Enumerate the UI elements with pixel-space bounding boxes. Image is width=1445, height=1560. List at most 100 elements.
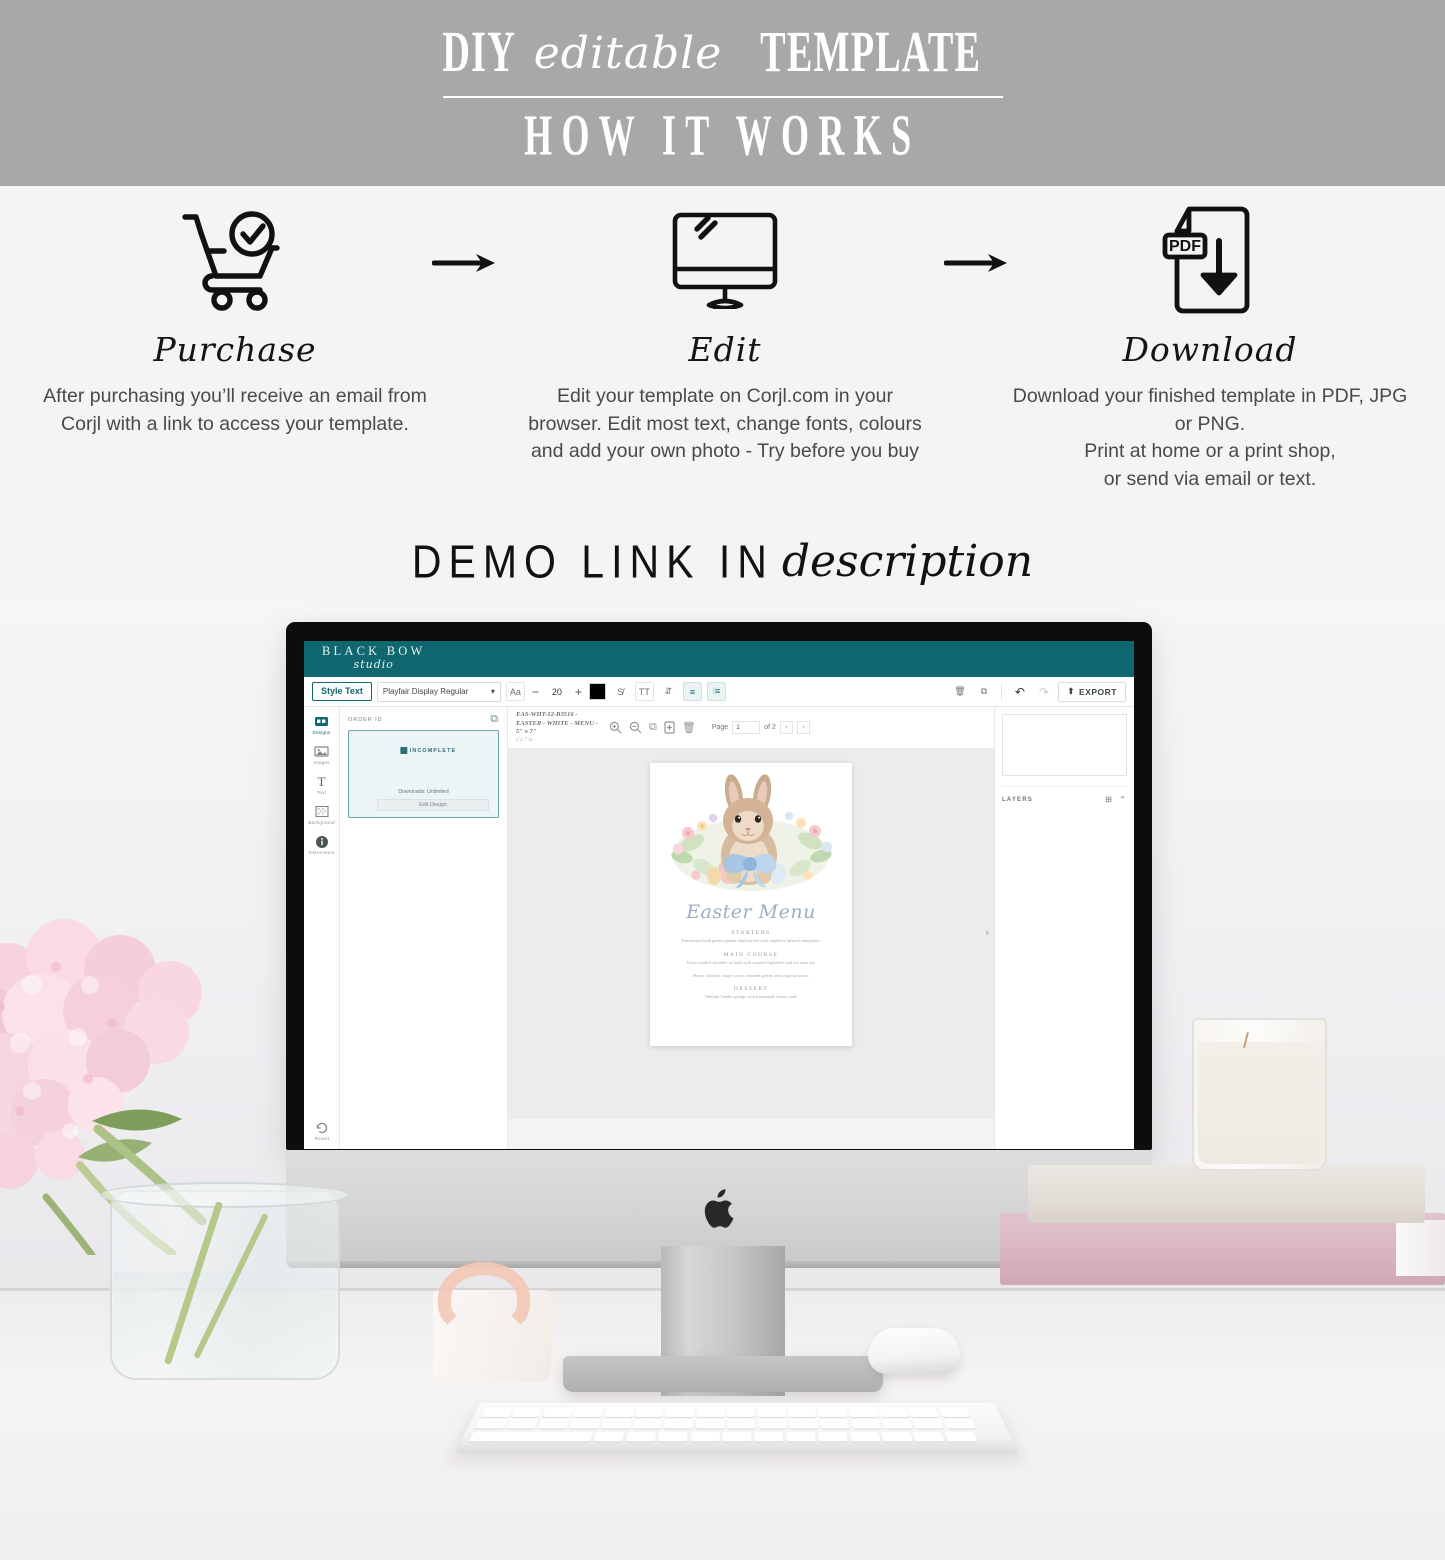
downloads-text: Downloads: Unlimited xyxy=(398,789,449,795)
menu-design-card[interactable]: Easter Menu STARTERS Farmhouse fresh gre… xyxy=(650,763,852,1046)
key xyxy=(754,1431,784,1442)
sidebar-item-designs[interactable]: Designs xyxy=(305,714,339,735)
key xyxy=(593,1431,625,1442)
banner-title-part2: TEMPLATE xyxy=(760,18,982,84)
expand-panel-chevron-icon[interactable]: › xyxy=(985,927,989,939)
page-input[interactable]: 1 xyxy=(732,721,761,734)
sidebar-item-background[interactable]: Background xyxy=(305,804,339,825)
key xyxy=(878,1407,909,1417)
key xyxy=(658,1431,688,1442)
easter-bunny-illustration xyxy=(658,771,844,899)
add-page-icon[interactable] xyxy=(664,721,675,734)
key xyxy=(786,1431,816,1442)
align-text-icon[interactable]: ≡ xyxy=(682,682,702,701)
add-layer-icon[interactable]: ⊞ xyxy=(1105,795,1113,804)
undo-icon[interactable]: ↶ xyxy=(1010,682,1030,701)
key xyxy=(665,1407,694,1417)
font-family-select[interactable]: Playfair Display Regular ▾ xyxy=(376,681,501,702)
imac-screen-bezel: BLACK BOW studio Style Text Playfair Dis… xyxy=(286,622,1152,1150)
font-size-decrease-button[interactable]: − xyxy=(530,685,541,699)
designs-panel: ORDER ID ⧉ INCOMPLETE Downloads: Unlimit… xyxy=(340,707,508,1149)
key xyxy=(634,1407,664,1417)
strikethrough-icon[interactable]: S̸ xyxy=(610,682,630,701)
shopping-cart-check-icon xyxy=(179,200,291,320)
background-icon xyxy=(313,804,330,819)
font-size-value[interactable]: 20 xyxy=(546,687,568,697)
glass-vase-rim xyxy=(100,1182,350,1208)
key xyxy=(506,1419,539,1429)
thumbnail-preview-box xyxy=(1002,714,1127,776)
info-icon xyxy=(313,834,330,849)
sidebar-item-text[interactable]: T Text xyxy=(305,773,339,796)
banner-title-script: editable xyxy=(533,27,723,79)
pdf-download-icon: PDF xyxy=(1161,200,1259,320)
key xyxy=(789,1419,819,1429)
font-size-increase-button[interactable]: + xyxy=(573,685,584,699)
key xyxy=(601,1419,632,1429)
line-spacing-icon[interactable]: ⫶≡ xyxy=(706,682,726,701)
status-badge-icon xyxy=(399,747,407,754)
status-badge-label: INCOMPLETE xyxy=(409,747,457,754)
key xyxy=(912,1419,945,1429)
duplicate-page-icon[interactable]: ⧉ xyxy=(649,721,657,734)
edit-design-button[interactable]: Edit Design xyxy=(377,799,489,811)
key xyxy=(475,1419,508,1429)
duplicate-icon[interactable]: ⧉ xyxy=(974,682,994,701)
left-sidebar-rail: Designs Images T Text Background Instruc… xyxy=(304,707,340,1149)
sidebar-item-images[interactable]: Images xyxy=(305,744,339,765)
next-page-button[interactable]: › xyxy=(796,721,810,734)
design-card[interactable]: INCOMPLETE Downloads: Unlimited Edit Des… xyxy=(348,730,499,818)
redo-icon[interactable]: ↷ xyxy=(1034,682,1054,701)
chevron-up-icon[interactable]: ⌃ xyxy=(1119,795,1127,804)
key xyxy=(943,1419,976,1429)
delete-page-icon[interactable]: 🗑 xyxy=(682,721,696,734)
page-of-label: of 2 xyxy=(764,724,776,731)
key xyxy=(757,1407,786,1417)
key xyxy=(848,1407,879,1417)
copy-order-icon[interactable]: ⧉ xyxy=(490,713,499,726)
step-title-download: Download xyxy=(1122,330,1298,369)
header-banner: DIY editable TEMPLATE HOW IT WORKS xyxy=(0,0,1445,186)
page-navigator: Page 1 of 2 ‹ › xyxy=(712,721,810,734)
demo-link-heading: DEMO LINK IN description xyxy=(0,536,1445,588)
key xyxy=(912,1431,945,1442)
document-toolbar: EAS-WHT-12-B3516 - EASTER - WHITE - MENU… xyxy=(508,707,994,749)
app-body: Designs Images T Text Background Instruc… xyxy=(304,707,1134,1149)
brand-logo: BLACK BOW studio xyxy=(322,644,425,671)
order-id-label: ORDER ID xyxy=(348,716,383,723)
export-button-label: EXPORT xyxy=(1079,686,1117,697)
step-purchase: Purchase After purchasing you’ll receive… xyxy=(25,200,445,438)
layers-header[interactable]: LAYERS ⊞ ⌃ xyxy=(1002,786,1127,804)
step-body-download: Download your finished template in PDF, … xyxy=(1012,385,1408,491)
text-icon: T xyxy=(317,773,326,789)
trash-icon[interactable]: 🗑 xyxy=(950,682,970,701)
beige-book xyxy=(1028,1165,1425,1223)
menu-item-main-1: Twice-cooked shoulder of lamb with roast… xyxy=(686,959,816,965)
zoom-out-icon[interactable] xyxy=(629,721,642,734)
sidebar-label-designs: Designs xyxy=(312,730,331,735)
document-title-text: EAS-WHT-12-B3516 - EASTER - WHITE - MENU… xyxy=(516,711,598,736)
arrow-right-icon-1 xyxy=(431,250,498,276)
key xyxy=(625,1431,657,1442)
step-body-edit: Edit your template on Corjl.com in your … xyxy=(528,385,922,463)
text-transform-icon[interactable]: TT xyxy=(634,682,654,701)
page-label: Page xyxy=(711,724,729,731)
key xyxy=(882,1419,913,1429)
panel-header: ORDER ID ⧉ xyxy=(348,713,499,726)
editor-toolbar: Style Text Playfair Display Regular ▾ Aa… xyxy=(304,677,1134,707)
sidebar-label-text: Text xyxy=(316,790,327,795)
vertical-align-icon[interactable]: ⇵ xyxy=(658,682,678,701)
zoom-in-icon[interactable] xyxy=(609,721,622,734)
style-text-button[interactable]: Style Text xyxy=(312,682,372,701)
apple-keyboard xyxy=(454,1402,1020,1454)
font-case-icon[interactable]: Aa xyxy=(505,682,525,701)
sidebar-item-instructions[interactable]: Instructions xyxy=(305,834,339,855)
key xyxy=(696,1407,725,1417)
banner-divider xyxy=(442,95,1003,98)
banner-title-part1: DIY xyxy=(442,18,517,84)
text-color-swatch[interactable] xyxy=(588,683,606,700)
revert-button[interactable]: Revert xyxy=(304,1120,340,1141)
canvas-stage: Easter Menu STARTERS Farmhouse fresh gre… xyxy=(508,749,994,1119)
export-button[interactable]: ⬆ EXPORT xyxy=(1058,681,1126,702)
prev-page-button[interactable]: ‹ xyxy=(779,721,793,734)
